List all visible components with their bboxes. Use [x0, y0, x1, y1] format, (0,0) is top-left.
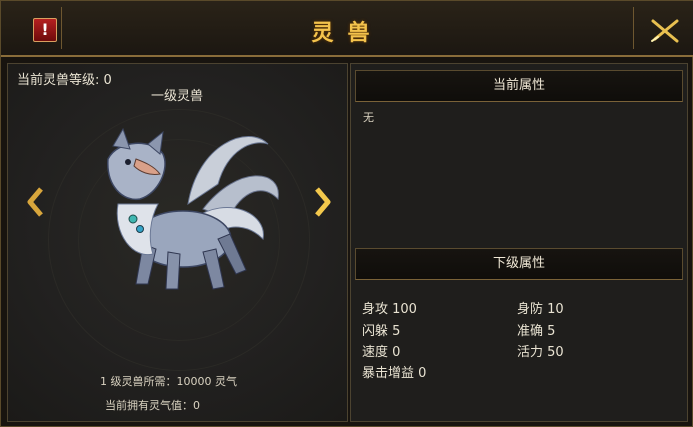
- spirit-beast-image: [107, 127, 279, 290]
- current-attributes-value: 无: [363, 111, 374, 124]
- attribute-item: 身防 10: [517, 302, 564, 317]
- attribute-item: 闪躲 5: [362, 324, 401, 339]
- title-bar: ! 灵兽: [1, 1, 693, 57]
- next-attributes-header: 下级属性: [355, 248, 683, 280]
- attribute-item: 活力 50: [517, 345, 564, 360]
- requirement-label: 1 级灵兽所需：10000 灵气: [100, 375, 237, 388]
- attributes-panel: 当前属性 无 下级属性 身攻 100 身防 10 闪躲 5 准确 5 速度 0 …: [350, 63, 688, 422]
- arrow-right-icon[interactable]: [312, 186, 332, 218]
- current-level-label: 当前灵兽等级: 0: [17, 73, 112, 88]
- attribute-item: 身攻 100: [362, 302, 417, 317]
- close-icon[interactable]: [649, 17, 681, 45]
- owned-energy-label: 当前拥有灵气值：0: [105, 399, 200, 412]
- beast-name: 一级灵兽: [151, 89, 204, 104]
- current-attributes-header: 当前属性: [355, 70, 683, 102]
- spirit-beast-window: ! 灵兽 当前灵兽等级: 0 一级灵兽 1 级灵兽所需：10000 灵气 当前拥…: [0, 0, 693, 427]
- attribute-item: 准确 5: [517, 324, 556, 339]
- attribute-item: 速度 0: [362, 345, 401, 360]
- beast-display-panel: 当前灵兽等级: 0 一级灵兽 1 级灵兽所需：10000 灵气 当前拥有灵气值：…: [7, 63, 348, 422]
- window-title: 灵兽: [311, 20, 384, 46]
- arrow-left-icon[interactable]: [26, 186, 46, 218]
- attribute-item: 暴击增益 0: [362, 366, 427, 381]
